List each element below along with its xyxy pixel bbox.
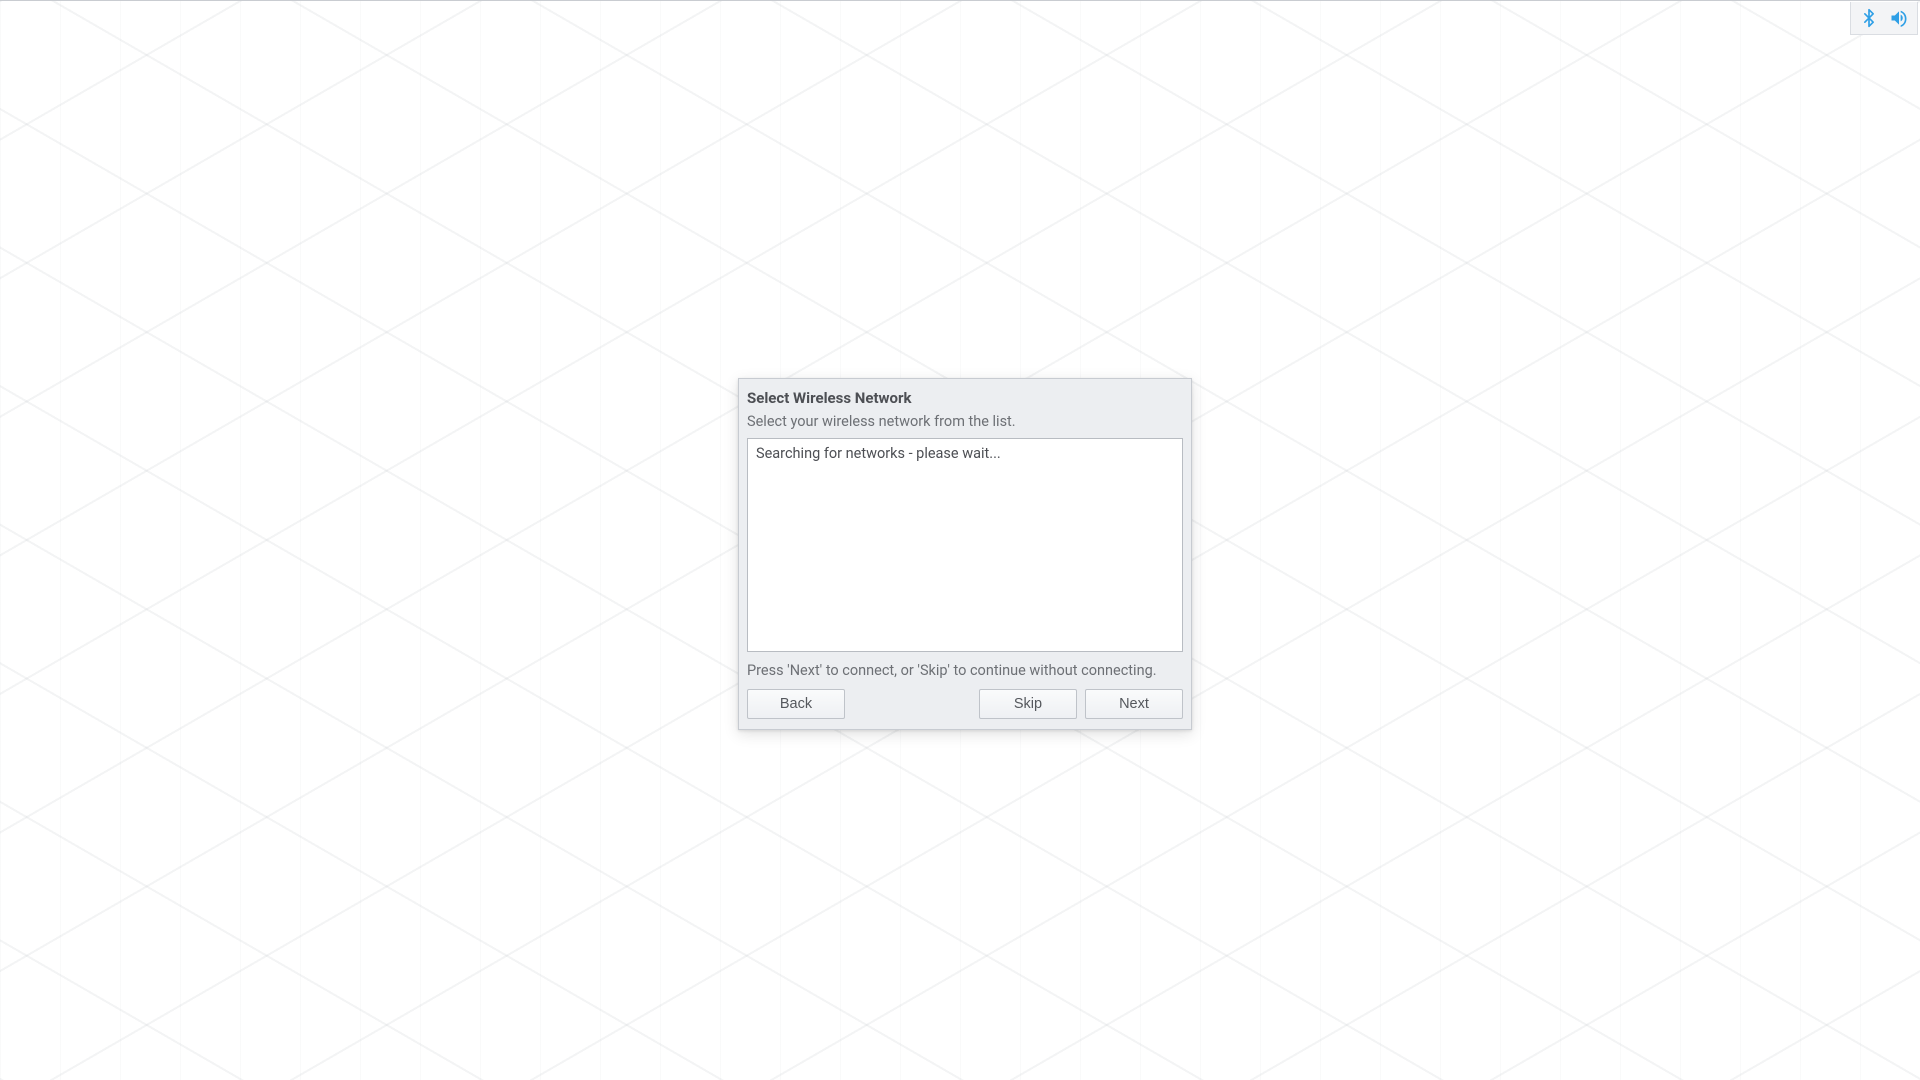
top-divider xyxy=(0,0,1920,1)
dialog-subtitle: Select your wireless network from the li… xyxy=(747,413,1183,430)
skip-button[interactable]: Skip xyxy=(979,689,1077,719)
dialog-button-row: Back Skip Next xyxy=(747,689,1183,719)
button-spacer xyxy=(853,689,971,719)
network-list-status: Searching for networks - please wait... xyxy=(756,445,1174,462)
next-button[interactable]: Next xyxy=(1085,689,1183,719)
dialog-title: Select Wireless Network xyxy=(747,387,1183,407)
dialog-hint: Press 'Next' to connect, or 'Skip' to co… xyxy=(747,662,1183,679)
system-tray xyxy=(1850,2,1918,35)
back-button[interactable]: Back xyxy=(747,689,845,719)
volume-icon[interactable] xyxy=(1887,6,1911,30)
bluetooth-icon[interactable] xyxy=(1857,6,1881,30)
wifi-setup-dialog: Select Wireless Network Select your wire… xyxy=(738,378,1192,730)
network-list[interactable]: Searching for networks - please wait... xyxy=(747,438,1183,652)
